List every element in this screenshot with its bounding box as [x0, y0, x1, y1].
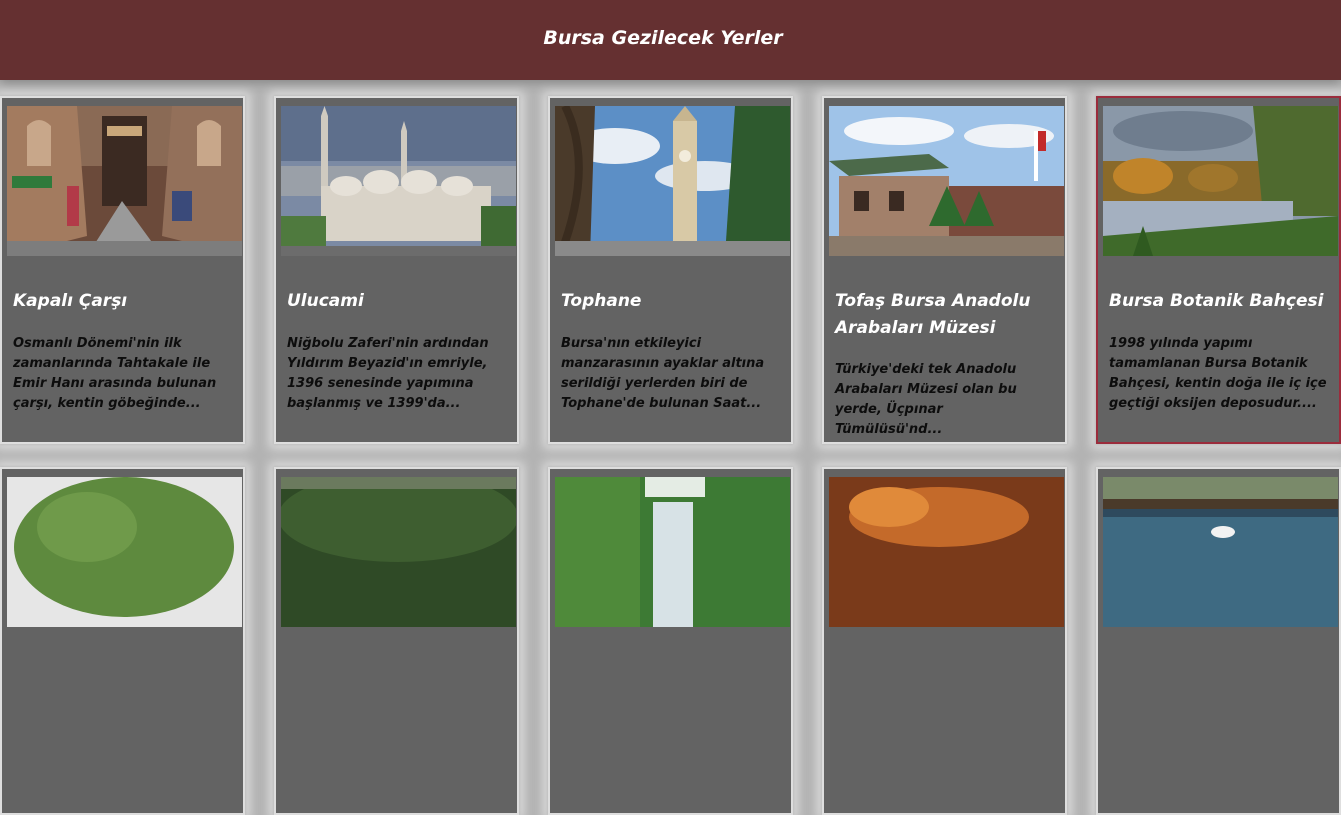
- place-card-row2-5[interactable]: [1096, 467, 1341, 815]
- place-card-botanik-bahcesi[interactable]: Bursa Botanik Bahçesi 1998 yılında yapım…: [1096, 96, 1341, 444]
- place-image[interactable]: [1103, 106, 1338, 256]
- place-card-tophane[interactable]: Tophane Bursa'nın etkileyici manzarasını…: [548, 96, 793, 444]
- place-title: Kapalı Çarşı: [13, 291, 128, 311]
- place-description: Niğbolu Zaferi'nin ardından Yıldırım Bey…: [287, 336, 489, 411]
- place-card-ulucami[interactable]: Ulucami Niğbolu Zaferi'nin ardından Yıld…: [274, 96, 519, 444]
- place-description: 1998 yılında yapımı tamamlanan Bursa Bot…: [1109, 336, 1327, 411]
- place-card-tofas-muzesi[interactable]: Tofaş Bursa Anadolu Arabaları Müzesi Tür…: [822, 96, 1067, 444]
- place-card-kapali-carsi[interactable]: Kapalı Çarşı Osmanlı Dönemi'nin ilk zama…: [0, 96, 245, 444]
- place-description: Osmanlı Dönemi'nin ilk zamanlarında Taht…: [13, 336, 217, 411]
- place-card-row2-3[interactable]: [548, 467, 793, 815]
- place-image[interactable]: [281, 106, 516, 256]
- place-image[interactable]: [829, 106, 1064, 256]
- place-title: Tofaş Bursa Anadolu Arabaları Müzesi: [835, 291, 1031, 338]
- place-title: Ulucami: [287, 291, 364, 311]
- place-image[interactable]: [555, 106, 790, 256]
- site-header: Bursa Gezilecek Yerler: [0, 0, 1341, 80]
- place-card-row2-2[interactable]: [274, 467, 519, 815]
- place-image[interactable]: [555, 477, 790, 627]
- place-title: Bursa Botanik Bahçesi: [1109, 291, 1324, 311]
- place-image[interactable]: [281, 477, 516, 627]
- place-card-row2-1[interactable]: [0, 467, 245, 815]
- places-grid: Kapalı Çarşı Osmanlı Dönemi'nin ilk zama…: [0, 0, 1341, 815]
- page-title: Bursa Gezilecek Yerler: [543, 27, 783, 49]
- place-card-row2-4[interactable]: [822, 467, 1067, 815]
- place-title: Tophane: [561, 291, 642, 311]
- place-image[interactable]: [7, 106, 242, 256]
- place-image[interactable]: [7, 477, 242, 627]
- place-description: Bursa'nın etkileyici manzarasının ayakla…: [561, 336, 765, 411]
- place-image[interactable]: [829, 477, 1064, 627]
- place-description: Türkiye'deki tek Anadolu Arabaları Müzes…: [835, 362, 1017, 437]
- place-image[interactable]: [1103, 477, 1338, 627]
